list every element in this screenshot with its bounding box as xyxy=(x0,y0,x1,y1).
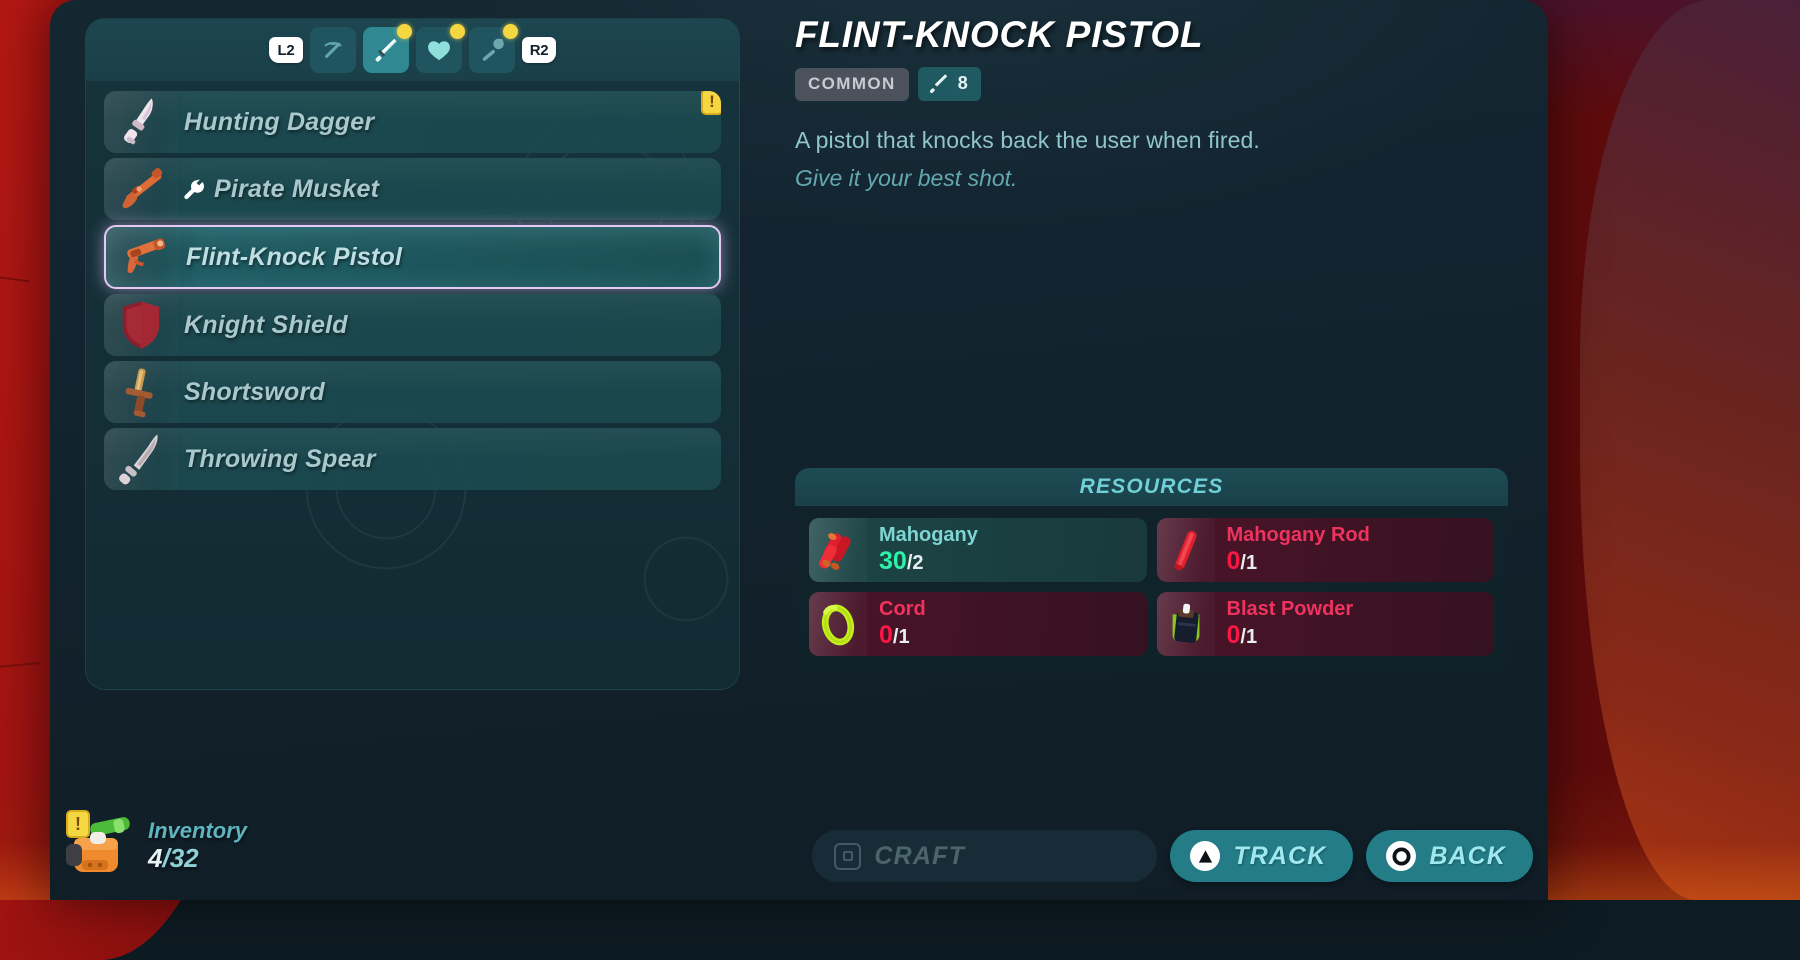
dagger-icon xyxy=(104,91,178,153)
list-item-label: Throwing Spear xyxy=(184,445,376,474)
pickaxe-icon xyxy=(319,36,347,64)
track-button-label: TRACK xyxy=(1233,842,1326,871)
tab-healing[interactable] xyxy=(416,27,462,73)
circle-button-icon xyxy=(1386,841,1416,871)
resource-item: Cord 0/1 xyxy=(809,592,1147,656)
torch-icon xyxy=(478,36,506,64)
list-item-label: Hunting Dagger xyxy=(184,108,374,137)
scene-structure-right xyxy=(1580,0,1800,900)
shield-icon xyxy=(104,294,178,356)
back-button[interactable]: BACK xyxy=(1366,830,1533,882)
resources-grid: Mahogany 30/2 Mahogany Rod xyxy=(795,506,1508,672)
tab-weapons[interactable] xyxy=(363,27,409,73)
resource-current: 30 xyxy=(879,547,907,575)
rarity-badge: COMMON xyxy=(795,68,909,101)
spear-icon xyxy=(104,428,178,490)
resource-required: /1 xyxy=(893,626,910,648)
list-item-label: Knight Shield xyxy=(184,311,348,340)
resource-text: Mahogany 30/2 xyxy=(867,525,978,576)
resource-current: 0 xyxy=(1227,621,1241,649)
inventory-text: Inventory 4/32 xyxy=(148,819,247,873)
resource-current: 0 xyxy=(879,621,893,649)
list-item[interactable]: Throwing Spear xyxy=(104,428,721,490)
left-bumper-hint: L2 xyxy=(269,37,303,63)
sword-icon xyxy=(372,36,400,64)
page-title: FLINT-KNOCK PISTOL xyxy=(795,14,1508,56)
resource-name: Blast Powder xyxy=(1227,599,1354,621)
powder-keg-icon xyxy=(1157,592,1215,656)
track-button[interactable]: TRACK xyxy=(1170,830,1353,882)
resource-text: Cord 0/1 xyxy=(867,599,926,650)
damage-stat-badge: 8 xyxy=(918,67,981,101)
list-item[interactable]: Shortsword xyxy=(104,361,721,423)
wood-logs-icon xyxy=(809,518,867,582)
action-buttons-group: CRAFT TRACK BACK xyxy=(812,830,1533,882)
tab-utility[interactable] xyxy=(469,27,515,73)
resource-current: 0 xyxy=(1227,547,1241,575)
item-detail-pane: FLINT-KNOCK PISTOL COMMON 8 A pistol tha… xyxy=(795,14,1508,192)
inventory-icon-wrap: ! xyxy=(60,812,136,880)
list-item-selected[interactable]: Flint-Knock Pistol xyxy=(104,225,721,289)
inventory-capacity: /32 xyxy=(162,843,198,873)
back-button-label: BACK xyxy=(1429,842,1506,871)
item-flavor-text: Give it your best shot. xyxy=(795,165,1508,192)
sword-icon xyxy=(927,72,950,95)
resource-required: /1 xyxy=(1240,552,1257,574)
new-item-indicator-dot xyxy=(503,24,518,39)
resource-count: 0/1 xyxy=(1227,622,1354,649)
resources-header-label: RESOURCES xyxy=(1080,475,1224,499)
resource-text: Mahogany Rod 0/1 xyxy=(1215,525,1370,576)
list-item[interactable]: Pirate Musket xyxy=(104,158,721,220)
category-tab-bar: L2 xyxy=(86,19,739,81)
cord-icon xyxy=(809,592,867,656)
craft-button-label: CRAFT xyxy=(874,842,965,871)
list-item-label: Shortsword xyxy=(184,378,325,407)
list-item[interactable]: Hunting Dagger ! xyxy=(104,91,721,153)
wood-rod-icon xyxy=(1157,518,1215,582)
crafting-menu-overlay: L2 xyxy=(50,0,1548,900)
inventory-alert-badge: ! xyxy=(66,810,90,838)
square-button-icon xyxy=(834,843,861,870)
resources-panel: RESOURCES Mahogany 30/ xyxy=(795,468,1508,672)
inventory-count: 4/32 xyxy=(148,844,247,873)
new-item-indicator-dot xyxy=(450,24,465,39)
craft-button[interactable]: CRAFT xyxy=(812,830,1157,882)
resource-count: 30/2 xyxy=(879,548,978,575)
list-item[interactable]: Knight Shield xyxy=(104,294,721,356)
triangle-button-icon xyxy=(1190,841,1220,871)
resource-count: 0/1 xyxy=(879,622,926,649)
musket-icon xyxy=(104,158,178,220)
resource-item: Mahogany 30/2 xyxy=(809,518,1147,582)
sword-item-icon xyxy=(104,361,178,423)
bottom-action-bar: ! Inventory 4/32 CRAFT TRACK xyxy=(50,782,1548,900)
resource-count: 0/1 xyxy=(1227,548,1370,575)
resource-item: Mahogany Rod 0/1 xyxy=(1157,518,1495,582)
resource-name: Mahogany Rod xyxy=(1227,525,1370,547)
craftable-item-list: Hunting Dagger ! xyxy=(104,91,721,495)
resource-text: Blast Powder 0/1 xyxy=(1215,599,1354,650)
list-item-label: Pirate Musket xyxy=(214,175,379,204)
resource-required: /1 xyxy=(1240,626,1257,648)
inventory-label: Inventory xyxy=(148,819,247,844)
tab-tools[interactable] xyxy=(310,27,356,73)
resource-name: Cord xyxy=(879,599,926,621)
pistol-icon xyxy=(106,227,180,287)
item-list-panel: L2 xyxy=(85,18,740,690)
inventory-indicator[interactable]: ! Inventory 4/32 xyxy=(60,812,247,880)
right-bumper-hint: R2 xyxy=(522,37,556,63)
heart-icon xyxy=(425,36,453,64)
new-item-badge: ! xyxy=(701,91,721,115)
item-badges-row: COMMON 8 xyxy=(795,67,1508,101)
resource-required: /2 xyxy=(907,552,924,574)
resource-item: Blast Powder 0/1 xyxy=(1157,592,1495,656)
new-item-indicator-dot xyxy=(397,24,412,39)
wrench-icon xyxy=(180,176,206,202)
resource-name: Mahogany xyxy=(879,525,978,547)
item-description: A pistol that knocks back the user when … xyxy=(795,127,1508,154)
list-item-label: Flint-Knock Pistol xyxy=(186,243,402,272)
resources-header: RESOURCES xyxy=(795,468,1508,506)
inventory-current: 4 xyxy=(148,843,162,873)
damage-value: 8 xyxy=(958,73,968,94)
